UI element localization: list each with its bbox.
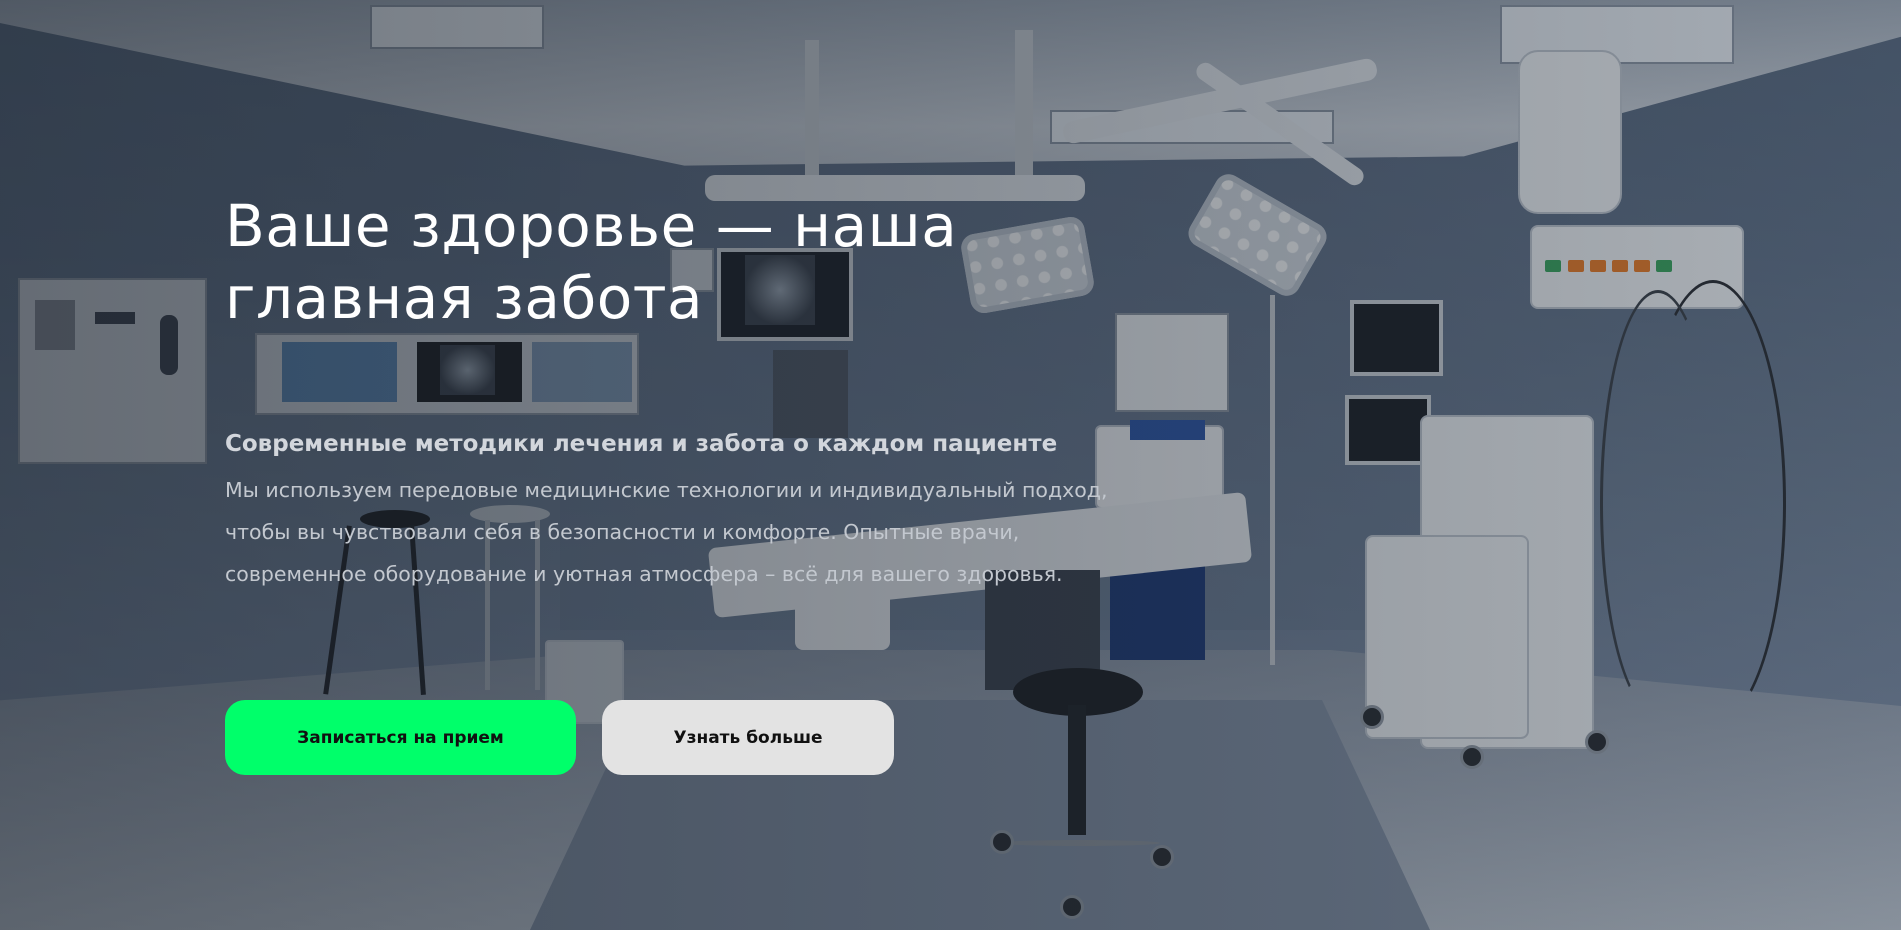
hero-description: Мы используем передовые медицинские техн… [225, 469, 1165, 595]
hero-title-line-1: Ваше здоровье — наша [225, 192, 958, 260]
book-appointment-button[interactable]: Записаться на прием [225, 700, 576, 775]
hero-subtitle: Современные методики лечения и забота о … [225, 431, 1058, 457]
learn-more-button[interactable]: Узнать больше [602, 700, 894, 775]
hero-actions: Записаться на прием Узнать больше [225, 700, 894, 775]
hero-content: Ваше здоровье — наша главная забота Совр… [225, 190, 1145, 595]
hero-title: Ваше здоровье — наша главная забота [225, 190, 1145, 334]
hero-title-line-2: главная забота [225, 264, 704, 332]
hero-section: Ваше здоровье — наша главная забота Совр… [0, 0, 1901, 930]
hero-description-line: чтобы вы чувствовали себя в безопасности… [225, 520, 1020, 544]
hero-description-line: современное оборудование и уютная атмосф… [225, 562, 1063, 586]
hero-description-line: Мы используем передовые медицинские техн… [225, 478, 1108, 502]
